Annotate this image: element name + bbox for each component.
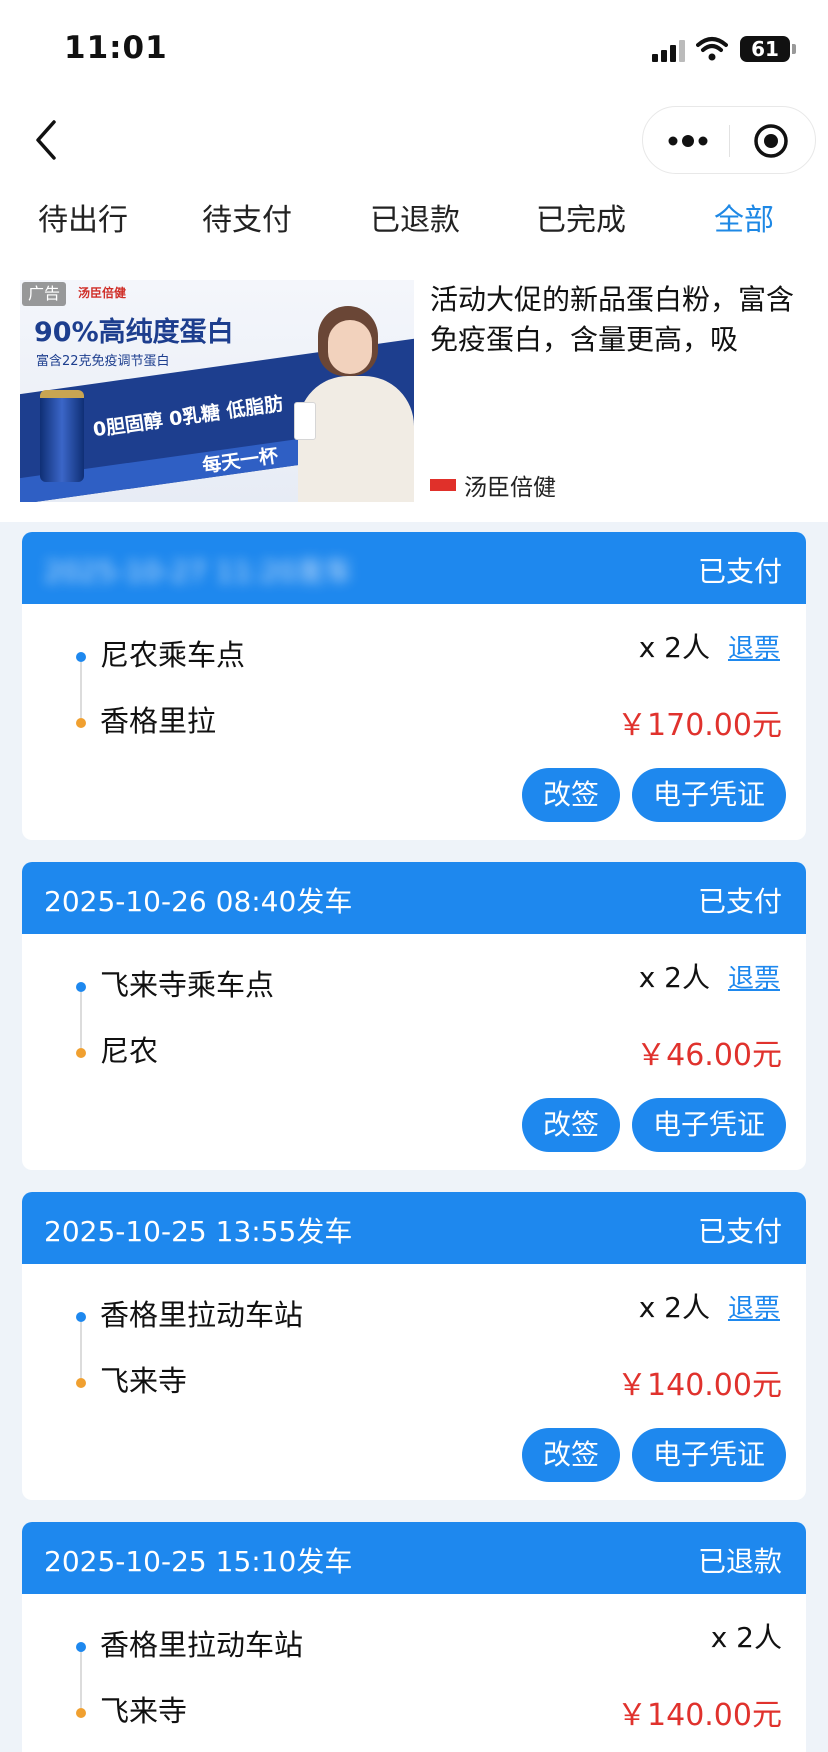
order-price: ￥170.00元 bbox=[617, 708, 782, 743]
arrival-stop: 飞来寺 bbox=[100, 1694, 188, 1728]
arrival-dot bbox=[76, 718, 86, 728]
e-voucher-button[interactable]: 电子凭证 bbox=[632, 1428, 786, 1482]
order-status: 已支付 bbox=[697, 885, 782, 918]
model-face bbox=[328, 320, 372, 374]
battery-cap bbox=[792, 44, 796, 54]
departure-stop: 香格里拉动车站 bbox=[100, 1298, 304, 1332]
route-line bbox=[80, 1652, 82, 1708]
tab-pending-payment[interactable]: 待支付 bbox=[202, 195, 292, 239]
status-time: 11:01 bbox=[64, 30, 168, 66]
order-card-header: 2025-10-27 11:20发车 已支付 bbox=[22, 532, 806, 604]
departure-dot bbox=[76, 652, 86, 662]
order-tabs: 待出行 待支付 已退款 已完成 全部 bbox=[0, 195, 828, 245]
tab-pending-travel[interactable]: 待出行 bbox=[38, 195, 128, 239]
departure-dot bbox=[76, 1312, 86, 1322]
order-status: 已支付 bbox=[697, 555, 782, 588]
ad-banner: 广告 汤臣倍健 90%高纯度蛋白 富含22克免疫调节蛋白 0胆固醇 0乳糖 低脂… bbox=[20, 280, 810, 502]
passenger-count: x 2人 bbox=[638, 1291, 710, 1324]
order-datetime: 2025-10-27 11:20发车 bbox=[44, 555, 353, 588]
ad-source: 汤臣倍健 bbox=[430, 468, 556, 501]
brand-logo-icon bbox=[430, 479, 456, 491]
tab-refunded[interactable]: 已退款 bbox=[370, 195, 460, 239]
order-status: 已支付 bbox=[697, 1215, 782, 1248]
departure-stop: 尼农乘车点 bbox=[100, 638, 246, 672]
ad-badge: 广告 bbox=[22, 282, 67, 306]
capsule-divider bbox=[729, 125, 730, 157]
refund-link[interactable]: 退票 bbox=[728, 628, 780, 665]
route-line bbox=[80, 1322, 82, 1378]
ad-description[interactable]: 活动大促的新品蛋白粉，富含免疫蛋白，含量更高，吸 bbox=[430, 280, 810, 360]
ad-image-subtitle: 富含22克免疫调节蛋白 bbox=[36, 354, 170, 369]
e-voucher-button[interactable]: 电子凭证 bbox=[632, 768, 786, 822]
order-price: ￥140.00元 bbox=[617, 1368, 782, 1403]
order-status: 已退款 bbox=[697, 1545, 782, 1578]
arrival-stop: 飞来寺 bbox=[100, 1364, 188, 1398]
order-datetime: 2025-10-25 15:10发车 bbox=[44, 1545, 353, 1578]
order-card-header: 2025-10-25 15:10发车 已退款 bbox=[22, 1522, 806, 1594]
order-card-body: 尼农乘车点 香格里拉 x 2人 退票 ￥170.00元 改签 电子凭证 bbox=[22, 604, 806, 840]
order-card: 2025-10-25 13:55发车 已支付 香格里拉动车站 飞来寺 x 2人 … bbox=[22, 1192, 806, 1500]
change-ticket-button[interactable]: 改签 bbox=[522, 768, 620, 822]
product-can bbox=[40, 390, 84, 482]
arrival-dot bbox=[76, 1378, 86, 1388]
departure-stop: 香格里拉动车站 bbox=[100, 1628, 304, 1662]
arrival-dot bbox=[76, 1048, 86, 1058]
order-price: ￥140.00元 bbox=[617, 1698, 782, 1733]
route-line bbox=[80, 662, 82, 718]
passenger-count: x 2人 bbox=[638, 631, 710, 664]
ad-image-brand: 汤臣倍健 bbox=[78, 286, 127, 300]
order-card-body: 香格里拉动车站 飞来寺 x 2人 退票 ￥140.00元 改签 电子凭证 bbox=[22, 1264, 806, 1500]
model-figure bbox=[298, 376, 414, 502]
wifi-icon bbox=[696, 37, 728, 61]
signal-icon bbox=[652, 40, 688, 62]
order-price: ￥46.00元 bbox=[636, 1038, 782, 1073]
ad-image-headline: 90%高纯度蛋白 bbox=[34, 317, 234, 348]
change-ticket-button[interactable]: 改签 bbox=[522, 1428, 620, 1482]
order-card: 2025-10-25 15:10发车 已退款 香格里拉动车站 飞来寺 x 2人 … bbox=[22, 1522, 806, 1752]
order-datetime: 2025-10-26 08:40发车 bbox=[44, 885, 353, 918]
passenger-count: x 2人 bbox=[710, 1621, 782, 1654]
tab-completed[interactable]: 已完成 bbox=[536, 195, 626, 239]
mini-program-capsule bbox=[642, 106, 816, 174]
change-ticket-button[interactable]: 改签 bbox=[522, 1098, 620, 1152]
departure-stop: 飞来寺乘车点 bbox=[100, 968, 275, 1002]
order-card: 2025-10-26 08:40发车 已支付 飞来寺乘车点 尼农 x 2人 退票… bbox=[22, 862, 806, 1170]
more-dots-icon[interactable] bbox=[665, 128, 711, 154]
order-card-header: 2025-10-25 13:55发车 已支付 bbox=[22, 1192, 806, 1264]
departure-dot bbox=[76, 982, 86, 992]
ad-image[interactable]: 广告 汤臣倍健 90%高纯度蛋白 富含22克免疫调节蛋白 0胆固醇 0乳糖 低脂… bbox=[20, 280, 414, 502]
order-card-body: 香格里拉动车站 飞来寺 x 2人 ￥140.00元 bbox=[22, 1594, 806, 1752]
target-icon[interactable] bbox=[751, 121, 791, 161]
refund-link[interactable]: 退票 bbox=[728, 1288, 780, 1325]
e-voucher-button[interactable]: 电子凭证 bbox=[632, 1098, 786, 1152]
order-card-body: 飞来寺乘车点 尼农 x 2人 退票 ￥46.00元 改签 电子凭证 bbox=[22, 934, 806, 1170]
status-bar: 11:01 61 bbox=[0, 0, 828, 100]
arrival-stop: 香格里拉 bbox=[100, 704, 217, 738]
tab-all[interactable]: 全部 bbox=[714, 195, 774, 239]
passenger-count: x 2人 bbox=[638, 961, 710, 994]
arrival-dot bbox=[76, 1708, 86, 1718]
order-datetime: 2025-10-25 13:55发车 bbox=[44, 1215, 353, 1248]
milk-glass bbox=[294, 402, 316, 440]
order-card-header: 2025-10-26 08:40发车 已支付 bbox=[22, 862, 806, 934]
arrival-stop: 尼农 bbox=[100, 1034, 159, 1068]
refund-link[interactable]: 退票 bbox=[728, 958, 780, 995]
order-card: 2025-10-27 11:20发车 已支付 尼农乘车点 香格里拉 x 2人 退… bbox=[22, 532, 806, 840]
departure-dot bbox=[76, 1642, 86, 1652]
route-line bbox=[80, 992, 82, 1048]
back-arrow-icon[interactable] bbox=[28, 112, 68, 168]
ad-source-name: 汤臣倍健 bbox=[464, 475, 556, 501]
battery-icon: 61 bbox=[740, 36, 790, 62]
